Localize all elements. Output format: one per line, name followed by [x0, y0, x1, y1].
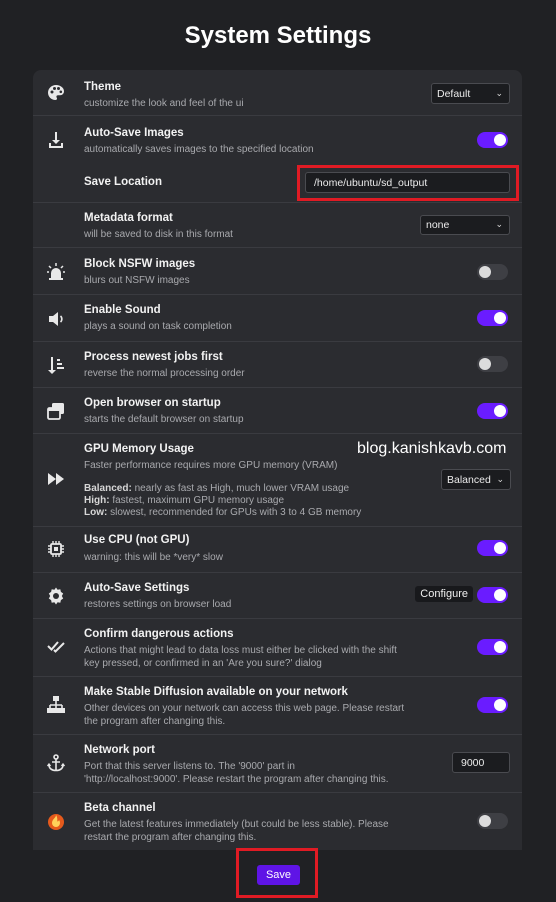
autosave-images-toggle[interactable]	[477, 132, 508, 148]
gpu-memory-value: Balanced	[447, 473, 491, 486]
network-desc-1: Other devices on your network can access…	[84, 703, 405, 714]
page-title: System Settings	[184, 22, 372, 49]
sort-down-icon	[45, 354, 67, 376]
setting-row-network: Make Stable Diffusion available on your …	[33, 677, 522, 735]
use-cpu-toggle[interactable]	[477, 540, 508, 556]
save-button[interactable]: Save	[257, 865, 300, 885]
metadata-format-select[interactable]: none ⌄	[420, 215, 510, 235]
autosave-settings-toggle[interactable]	[477, 587, 508, 603]
gpu-memory-label: GPU Memory Usage	[84, 443, 194, 455]
enable-sound-label: Enable Sound	[84, 304, 161, 316]
theme-select[interactable]: Default ⌄	[431, 83, 510, 104]
chevron-down-icon: ⌄	[495, 87, 503, 98]
autosave-settings-label: Auto-Save Settings	[84, 582, 190, 594]
setting-row-autosave-images: Auto-Save Images automatically saves ima…	[33, 117, 522, 163]
alarm-light-icon	[45, 261, 67, 283]
setting-row-metadata-format: Metadata format will be saved to disk in…	[33, 204, 522, 248]
metadata-format-desc: will be saved to disk in this format	[84, 229, 233, 240]
theme-select-value: Default	[437, 87, 471, 100]
setting-row-theme: Theme customize the look and feel of the…	[33, 70, 522, 116]
network-desc-2: the program after changing this.	[84, 716, 226, 727]
setting-row-process-newest: Process newest jobs first reverse the no…	[33, 342, 522, 388]
setting-row-beta-channel: Beta channel Get the latest features imm…	[33, 793, 522, 850]
chevron-down-icon: ⌄	[495, 218, 503, 229]
gpu-memory-desc: Faster performance requires more GPU mem…	[84, 460, 338, 471]
autosave-images-label: Auto-Save Images	[84, 127, 184, 139]
enable-sound-desc: plays a sound on task completion	[84, 321, 232, 332]
block-nsfw-toggle[interactable]	[477, 264, 508, 280]
chevron-down-icon: ⌄	[496, 473, 504, 484]
microchip-icon	[45, 538, 67, 560]
open-browser-toggle[interactable]	[477, 403, 508, 419]
setting-row-enable-sound: Enable Sound plays a sound on task compl…	[33, 296, 522, 342]
network-icon	[45, 694, 67, 716]
process-newest-toggle[interactable]	[477, 356, 508, 372]
download-icon	[45, 129, 67, 151]
use-cpu-desc: warning: this will be *very* slow	[84, 552, 223, 563]
setting-row-autosave-settings: Auto-Save Settings restores settings on …	[33, 573, 522, 619]
beta-channel-toggle[interactable]	[477, 813, 508, 829]
anchor-icon	[45, 752, 67, 774]
theme-desc: customize the look and feel of the ui	[84, 98, 244, 109]
open-browser-label: Open browser on startup	[84, 397, 221, 409]
setting-row-network-port: Network port Port that this server liste…	[33, 735, 522, 793]
setting-row-open-browser: Open browser on startup starts the defau…	[33, 388, 522, 434]
metadata-format-value: none	[426, 219, 450, 231]
setting-row-block-nsfw: Block NSFW images blurs out NSFW images	[33, 249, 522, 295]
fast-forward-icon	[45, 468, 67, 490]
network-toggle[interactable]	[477, 697, 508, 713]
watermark-text: blog.kanishkavb.com	[355, 440, 509, 458]
enable-sound-toggle[interactable]	[477, 310, 508, 326]
gpu-memory-low: Low: slowest, recommended for GPUs with …	[84, 507, 362, 518]
fire-icon	[45, 810, 67, 832]
save-location-label: Save Location	[84, 176, 162, 188]
setting-row-use-cpu: Use CPU (not GPU) warning: this will be …	[33, 527, 522, 573]
window-restore-icon	[45, 400, 67, 422]
save-location-highlight	[297, 165, 519, 201]
network-port-input[interactable]: 9000	[452, 752, 510, 773]
network-port-label: Network port	[84, 744, 155, 756]
network-label: Make Stable Diffusion available on your …	[84, 686, 348, 698]
gpu-memory-select[interactable]: Balanced ⌄	[441, 469, 511, 490]
block-nsfw-desc: blurs out NSFW images	[84, 275, 190, 286]
beta-channel-desc-1: Get the latest features immediately (but…	[84, 819, 389, 830]
autosave-images-desc: automatically saves images to the specif…	[84, 144, 314, 155]
gear-icon	[45, 585, 67, 607]
network-port-desc-2: 'http://localhost:9000'. Please restart …	[84, 774, 389, 785]
confirm-dangerous-toggle[interactable]	[477, 639, 508, 655]
beta-channel-label: Beta channel	[84, 802, 156, 814]
beta-channel-desc-2: restart the program after changing this.	[84, 832, 257, 843]
block-nsfw-label: Block NSFW images	[84, 258, 196, 270]
network-port-desc-1: Port that this server listens to. The '9…	[84, 761, 295, 772]
confirm-dangerous-desc-2: key pressed, or confirmed in an 'Are you…	[84, 658, 322, 669]
confirm-dangerous-desc-1: Actions that might lead to data loss mus…	[84, 645, 397, 656]
theme-label: Theme	[84, 81, 122, 93]
open-browser-desc: starts the default browser on startup	[84, 414, 244, 425]
metadata-format-label: Metadata format	[84, 212, 173, 224]
volume-icon	[45, 308, 67, 330]
process-newest-label: Process newest jobs first	[84, 351, 223, 363]
process-newest-desc: reverse the normal processing order	[84, 368, 245, 379]
palette-icon	[45, 82, 67, 104]
autosave-settings-desc: restores settings on browser load	[84, 599, 232, 610]
confirm-dangerous-label: Confirm dangerous actions	[84, 628, 234, 640]
configure-button[interactable]: Configure	[415, 586, 473, 602]
use-cpu-label: Use CPU (not GPU)	[84, 534, 190, 546]
double-check-icon	[45, 635, 67, 657]
setting-row-confirm-dangerous: Confirm dangerous actions Actions that m…	[33, 619, 522, 677]
